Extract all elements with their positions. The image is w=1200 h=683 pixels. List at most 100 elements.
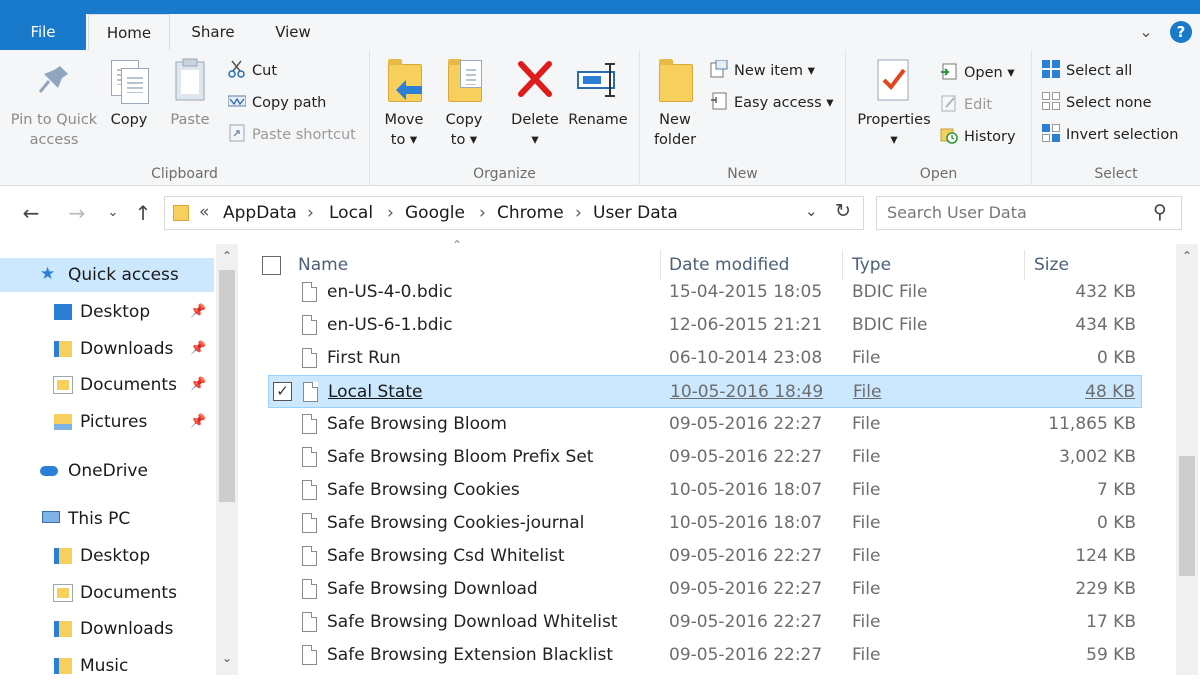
copy-to-button[interactable]: Copy to ▾ [440,56,488,150]
copy-button[interactable]: Copy [104,56,154,130]
delete-label: Delete [511,112,559,128]
help-icon[interactable]: ? [1170,21,1192,43]
nav-pane-scrollbar[interactable]: ⌃ ⌄ [216,244,238,675]
breadcrumb-separator[interactable]: › [387,203,394,223]
properties-button[interactable]: Properties ▾ [854,56,934,150]
table-row[interactable]: Safe Browsing Extension Blacklist 09-05-2… [268,639,1142,672]
scroll-up-icon[interactable]: ⌃ [216,246,238,266]
nav-quick-access[interactable]: ★ Quick access [0,258,214,292]
pin-icon[interactable]: 📌 [190,368,206,402]
delete-dropdown-arrow[interactable]: ▾ [510,130,560,150]
breadcrumb-separator[interactable]: › [307,203,314,223]
table-row[interactable]: Safe Browsing Download Whitelist 09-05-20… [268,606,1142,639]
breadcrumb-chrome[interactable]: Chrome [497,203,564,223]
breadcrumb-local[interactable]: Local [329,203,373,223]
nav-label: Pictures [80,412,148,432]
easy-access-button[interactable]: Easy access ▾ [710,90,834,116]
search-icon[interactable]: ⚲ [1153,201,1167,223]
nav-pc-downloads[interactable]: Downloads [0,612,214,646]
recent-locations-chevron-icon[interactable]: ⌄ [100,199,126,227]
invert-selection-button[interactable]: Invert selection [1042,122,1178,148]
paste-shortcut-button[interactable]: Paste shortcut [228,122,356,148]
delete-button[interactable]: Delete ▾ [510,56,560,150]
tab-file[interactable]: File [0,14,86,50]
table-row[interactable]: Safe Browsing Bloom 09-05-2016 22:27 File 1… [268,408,1142,441]
move-to-button[interactable]: Move to ▾ [380,56,428,150]
address-bar[interactable]: « AppData › Local › Google › Chrome › Us… [164,196,864,230]
group-label-open: Open [919,166,958,182]
copy-path-icon [227,92,247,110]
cut-button[interactable]: Cut [228,58,277,84]
nav-qa-downloads[interactable]: Downloads 📌 [0,332,214,366]
open-button[interactable]: Open ▾ [940,60,1015,86]
nav-qa-documents[interactable]: Documents 📌 [0,368,214,402]
up-arrow-icon[interactable]: ↑ [130,199,156,227]
table-row[interactable]: Safe Browsing Cookies 10-05-2016 18:07 Fil… [268,474,1142,507]
pin-icon[interactable]: 📌 [190,295,206,329]
file-size: 11,865 KB [1048,414,1136,434]
new-item-icon [710,59,728,78]
search-input[interactable]: Search User Data [887,203,1027,222]
copy-path-button[interactable]: Copy path [227,90,326,116]
table-row[interactable]: Safe Browsing Download 09-05-2016 22:27 Fi… [268,573,1142,606]
rename-button[interactable]: Rename [568,56,628,130]
nav-pc-music[interactable]: Music [0,649,214,683]
pin-icon[interactable]: 📌 [190,405,206,439]
back-arrow-icon[interactable]: ← [18,199,44,227]
table-row[interactable]: en-US-6-1.bdic 12-06-2015 21:21 BDIC File 4… [268,309,1142,342]
paste-button[interactable]: Paste [164,56,216,130]
breadcrumb-user-data[interactable]: User Data [593,203,678,223]
edit-button[interactable]: Edit [940,92,992,118]
select-none-button[interactable]: Select none [1042,90,1152,116]
breadcrumb-separator[interactable]: › [479,203,486,223]
breadcrumb-separator[interactable]: › [575,203,582,223]
refresh-icon[interactable]: ↻ [835,200,851,222]
select-all-button[interactable]: Select all [1042,58,1132,84]
nav-scroll-thumb[interactable] [219,270,235,502]
file-date-modified: 10-05-2016 18:49 [670,382,824,402]
file-list-scrollbar[interactable]: ⌃ [1176,244,1198,675]
breadcrumb-google[interactable]: Google [405,203,465,223]
tab-view[interactable]: View [256,14,330,50]
nav-onedrive[interactable]: OneDrive [0,454,214,488]
table-row[interactable]: Safe Browsing Cookies-journal 10-05-2016 … [268,507,1142,540]
properties-dropdown-arrow[interactable]: ▾ [854,130,934,150]
chevron-down-icon[interactable]: ⌄ [805,202,818,220]
music-folder-icon [54,658,72,674]
forward-arrow-icon[interactable]: → [64,199,90,227]
nav-qa-desktop[interactable]: Desktop 📌 [0,295,214,329]
pin-to-quick-access-button[interactable]: Pin to Quick access [8,56,100,150]
table-row[interactable]: ✓ Local State 10-05-2016 18:49 File 48 KB [268,375,1142,408]
star-icon: ★ [40,264,56,284]
tab-home[interactable]: Home [88,14,170,51]
file-list-scroll-thumb[interactable] [1179,456,1195,576]
tab-share[interactable]: Share [170,14,256,50]
address-overflow[interactable]: « [199,202,209,222]
new-folder-button[interactable]: New folder [650,56,700,150]
file-date-modified: 09-05-2016 22:27 [669,447,823,467]
nav-qa-pictures[interactable]: Pictures 📌 [0,405,214,439]
table-row[interactable]: First Run 06-10-2014 23:08 File 0 KB [268,342,1142,375]
nav-pc-documents[interactable]: Documents [0,576,214,610]
select-all-checkbox[interactable] [262,256,281,275]
scroll-up-icon[interactable]: ⌃ [1176,246,1198,266]
table-row[interactable]: Safe Browsing Bloom Prefix Set 09-05-2016… [268,441,1142,474]
pin-icon[interactable]: 📌 [190,332,206,366]
file-size: 434 KB [1075,315,1136,335]
clipboard-icon [168,56,212,106]
new-item-button[interactable]: New item ▾ [710,58,815,84]
history-button[interactable]: History [940,124,1016,150]
breadcrumb-appdata[interactable]: AppData [223,203,297,223]
nav-pc-desktop[interactable]: Desktop [0,539,214,573]
chevron-down-icon[interactable]: ⌄ [1136,22,1156,42]
sort-ascending-icon: ⌃ [452,238,463,252]
table-row[interactable]: en-US-4-0.bdic 15-04-2015 18:05 BDIC File 4… [268,276,1142,309]
scroll-down-icon[interactable]: ⌄ [216,648,238,668]
search-box[interactable]: Search User Data ⚲ [876,196,1182,230]
table-row[interactable]: Safe Browsing Csd Whitelist 09-05-2016 22… [268,540,1142,573]
row-checkbox[interactable]: ✓ [273,382,292,401]
desktop-folder-icon [54,548,72,564]
folder-icon [173,205,189,221]
file-icon [302,612,317,632]
nav-this-pc[interactable]: This PC [0,502,214,536]
